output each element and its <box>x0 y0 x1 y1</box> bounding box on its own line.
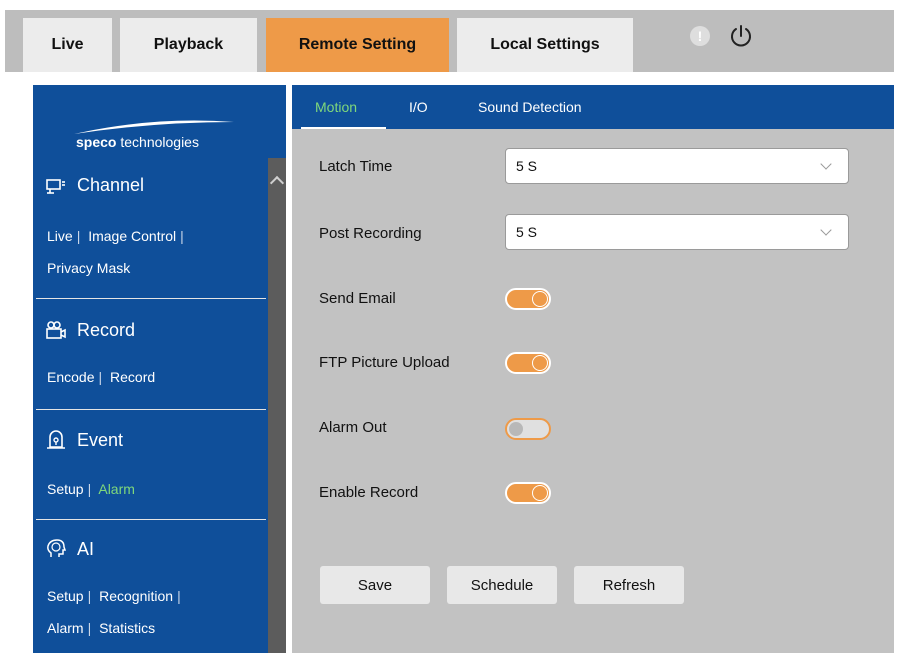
channel-icon <box>46 179 65 194</box>
tab-live[interactable]: Live <box>23 18 112 72</box>
link-encode[interactable]: Encode <box>47 369 94 385</box>
speco-logo: speco technologies <box>44 118 236 154</box>
enable-record-label: Enable Record <box>319 484 419 501</box>
link-recognition[interactable]: Recognition <box>99 588 173 604</box>
subtab-active-indicator <box>301 127 386 129</box>
tab-playback[interactable]: Playback <box>120 18 257 72</box>
link-channel-live[interactable]: Live <box>47 228 73 244</box>
link-privacy-mask[interactable]: Privacy Mask <box>47 260 130 276</box>
chevron-down-icon <box>820 224 832 236</box>
event-links: Setup | Alarm <box>47 481 135 497</box>
sidebar-divider <box>36 409 266 410</box>
sidebar-section-ai[interactable]: AI <box>45 538 94 560</box>
alert-icon[interactable]: ! <box>690 26 710 46</box>
tab-local-settings[interactable]: Local Settings <box>457 18 633 72</box>
ftp-upload-toggle[interactable] <box>505 352 551 374</box>
post-recording-value: 5 S <box>516 224 538 240</box>
send-email-label: Send Email <box>319 290 396 307</box>
alarm-out-toggle[interactable] <box>505 418 551 440</box>
toggle-knob <box>509 422 523 436</box>
post-recording-select[interactable]: 5 S <box>505 214 849 250</box>
toggle-knob <box>532 355 548 371</box>
post-recording-label: Post Recording <box>319 225 422 242</box>
sidebar-scrollbar[interactable] <box>268 158 286 653</box>
ftp-upload-label: FTP Picture Upload <box>319 354 450 371</box>
link-record[interactable]: Record <box>110 369 155 385</box>
record-icon <box>46 321 66 339</box>
link-image-control[interactable]: Image Control <box>88 228 176 244</box>
chevron-down-icon <box>820 158 832 170</box>
link-statistics[interactable]: Statistics <box>99 620 155 636</box>
subtab-bar <box>292 85 894 129</box>
refresh-button[interactable]: Refresh <box>574 566 684 604</box>
subtab-motion[interactable]: Motion <box>315 99 357 115</box>
section-title-ai: AI <box>77 538 95 559</box>
link-event-setup[interactable]: Setup <box>47 481 84 497</box>
send-email-toggle[interactable] <box>505 288 551 310</box>
alarm-out-label: Alarm Out <box>319 419 387 436</box>
logo-suffix: technologies <box>120 134 199 150</box>
sidebar-section-event[interactable]: Event <box>45 429 123 451</box>
event-icon <box>47 430 65 449</box>
sidebar-section-channel[interactable]: Channel <box>45 174 144 196</box>
toggle-knob <box>532 485 548 501</box>
section-title-record: Record <box>77 319 136 340</box>
channel-links: Live | Image Control | Privacy Mask <box>47 228 184 276</box>
sidebar-divider <box>36 298 266 299</box>
link-event-alarm[interactable]: Alarm <box>98 481 135 497</box>
ai-links: Setup | Recognition | Alarm | Statistics <box>47 588 181 636</box>
logo-brand: speco <box>76 134 117 150</box>
link-ai-setup[interactable]: Setup <box>47 588 84 604</box>
record-links: Encode | Record <box>47 369 156 385</box>
sidebar-section-record[interactable]: Record <box>45 319 135 341</box>
latch-time-value: 5 S <box>516 158 538 174</box>
enable-record-toggle[interactable] <box>505 482 551 504</box>
section-title-event: Event <box>77 429 124 450</box>
tab-remote-setting[interactable]: Remote Setting <box>266 18 449 72</box>
latch-time-label: Latch Time <box>319 158 393 175</box>
link-ai-alarm[interactable]: Alarm <box>47 620 84 636</box>
subtab-sound-detection[interactable]: Sound Detection <box>478 99 582 115</box>
subtab-io[interactable]: I/O <box>409 99 428 115</box>
latch-time-select[interactable]: 5 S <box>505 148 849 184</box>
toggle-knob <box>532 291 548 307</box>
ai-icon <box>47 539 67 557</box>
section-title-channel: Channel <box>77 174 145 195</box>
save-button[interactable]: Save <box>320 566 430 604</box>
schedule-button[interactable]: Schedule <box>447 566 557 604</box>
scroll-up-icon[interactable] <box>269 175 285 191</box>
sidebar-divider <box>36 519 266 520</box>
power-icon[interactable] <box>729 24 753 48</box>
